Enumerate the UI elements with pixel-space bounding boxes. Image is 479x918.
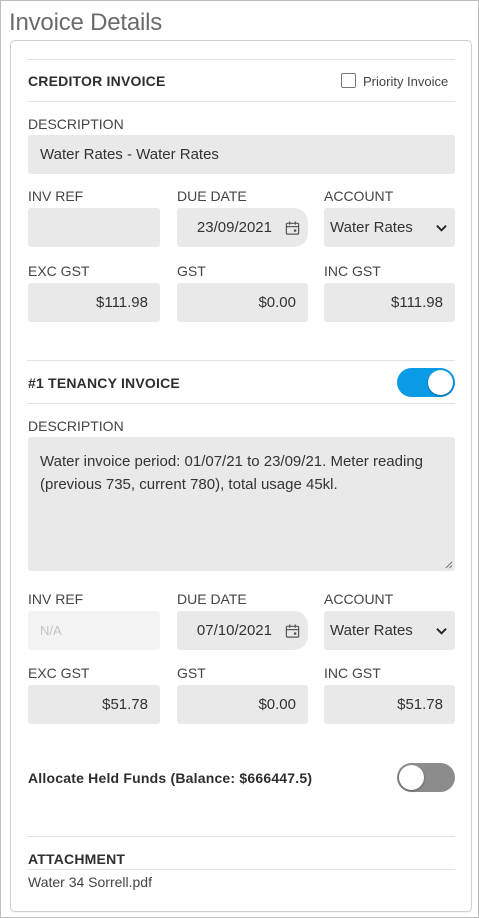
resize-handle-icon[interactable]	[444, 560, 453, 569]
attachment-title: ATTACHMENT	[28, 851, 126, 867]
chevron-down-icon	[436, 224, 447, 232]
tenancy-due-date-label: DUE DATE	[177, 591, 247, 607]
creditor-account-label: ACCOUNT	[324, 188, 394, 204]
allocate-held-funds-toggle[interactable]	[397, 763, 455, 792]
tenancy-account-select[interactable]: Water Rates	[324, 611, 455, 650]
creditor-exc-gst-field[interactable]: $111.98	[28, 283, 160, 322]
divider	[27, 101, 455, 102]
creditor-inv-ref-label: INV REF	[28, 188, 84, 204]
creditor-description-value: Water Rates - Water Rates	[40, 146, 219, 163]
creditor-exc-gst-value: $111.98	[96, 294, 148, 311]
divider	[27, 403, 455, 404]
allocate-held-funds-label: Allocate Held Funds (Balance: $666447.5)	[28, 770, 313, 786]
creditor-inv-ref-field[interactable]	[28, 208, 160, 247]
divider	[27, 869, 455, 870]
tenancy-description-value: Water invoice period: 01/07/21 to 23/09/…	[40, 453, 424, 493]
creditor-gst-value: $0.00	[258, 294, 296, 311]
creditor-inc-gst-field[interactable]: $111.98	[324, 283, 455, 322]
tenancy-gst-value: $0.00	[258, 696, 296, 713]
tenancy-description-label: DESCRIPTION	[28, 418, 124, 434]
creditor-inc-gst-value: $111.98	[391, 294, 443, 311]
tenancy-exc-gst-label: EXC GST	[28, 665, 90, 681]
creditor-description-field[interactable]: Water Rates - Water Rates	[28, 135, 455, 174]
tenancy-invoice-title: #1 TENANCY INVOICE	[28, 375, 180, 391]
priority-invoice-checkbox[interactable]	[341, 73, 356, 88]
tenancy-inc-gst-value: $51.78	[397, 696, 443, 713]
creditor-due-date-label: DUE DATE	[177, 188, 247, 204]
priority-invoice-label[interactable]: Priority Invoice	[363, 74, 448, 89]
tenancy-exc-gst-value: $51.78	[102, 696, 148, 713]
chevron-down-icon	[436, 627, 447, 635]
creditor-inc-gst-label: INC GST	[324, 263, 381, 279]
tenancy-inv-ref-field[interactable]: N/A	[28, 611, 160, 650]
calendar-icon[interactable]	[285, 623, 300, 638]
creditor-gst-label: GST	[177, 263, 206, 279]
creditor-description-label: DESCRIPTION	[28, 116, 124, 132]
tenancy-inc-gst-field[interactable]: $51.78	[324, 685, 455, 724]
creditor-account-select[interactable]: Water Rates	[324, 208, 455, 247]
tenancy-due-date-value: 07/10/2021	[196, 622, 272, 639]
tenancy-account-value: Water Rates	[330, 622, 413, 639]
divider	[27, 59, 455, 60]
creditor-account-value: Water Rates	[330, 219, 413, 236]
divider	[27, 360, 455, 361]
tenancy-due-date-field[interactable]: 07/10/2021	[177, 611, 308, 650]
tenancy-invoice-toggle[interactable]	[397, 368, 455, 397]
creditor-exc-gst-label: EXC GST	[28, 263, 90, 279]
tenancy-inc-gst-label: INC GST	[324, 665, 381, 681]
creditor-gst-field[interactable]: $0.00	[177, 283, 308, 322]
attachment-file-link[interactable]: Water 34 Sorrell.pdf	[28, 874, 152, 890]
creditor-due-date-value: 23/09/2021	[196, 219, 272, 236]
tenancy-gst-label: GST	[177, 665, 206, 681]
page-title: Invoice Details	[9, 9, 163, 36]
divider	[27, 836, 455, 837]
creditor-invoice-title: CREDITOR INVOICE	[28, 73, 166, 89]
toggle-knob	[428, 370, 453, 395]
toggle-knob	[399, 765, 424, 790]
tenancy-description-textarea[interactable]: Water invoice period: 01/07/21 to 23/09/…	[28, 437, 455, 571]
tenancy-inv-ref-label: INV REF	[28, 591, 84, 607]
creditor-due-date-field[interactable]: 23/09/2021	[177, 208, 308, 247]
tenancy-inv-ref-placeholder: N/A	[40, 623, 62, 638]
tenancy-gst-field[interactable]: $0.00	[177, 685, 308, 724]
tenancy-account-label: ACCOUNT	[324, 591, 394, 607]
calendar-icon[interactable]	[285, 220, 300, 235]
tenancy-exc-gst-field[interactable]: $51.78	[28, 685, 160, 724]
